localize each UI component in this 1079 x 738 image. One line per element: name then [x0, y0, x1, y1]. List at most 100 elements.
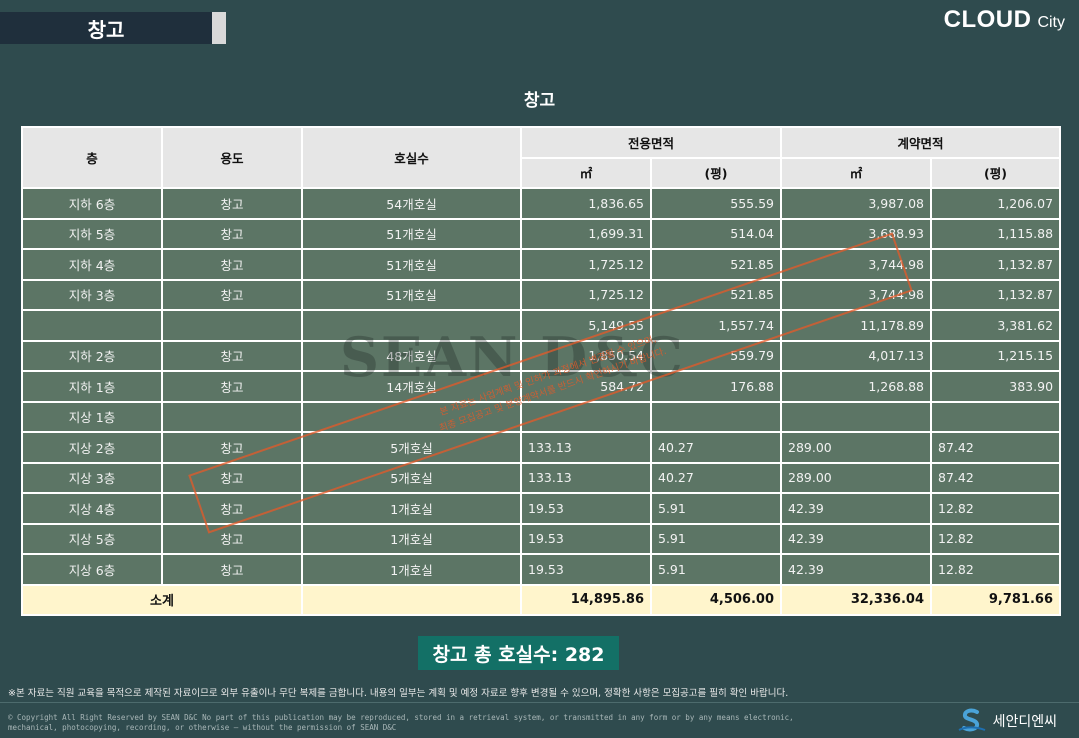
table-row: 지상 2층 창고 5개호실 133.13 40.27 289.00 87.42 [21, 431, 1062, 464]
cell-exclusive-pyeong: 5.91 [649, 492, 783, 525]
cell-exclusive-pyeong: 5.91 [649, 553, 783, 586]
cell-use [161, 400, 303, 433]
cell-exclusive-m2: 1,836.65 [520, 187, 652, 220]
cell-exclusive-m2 [520, 400, 652, 433]
cell-rooms: 51개호실 [301, 248, 522, 281]
cell-exclusive-m2: 19.53 [520, 522, 652, 555]
subtotal-label: 소계 [21, 583, 303, 616]
cell-exclusive-pyeong [649, 400, 783, 433]
table-row: 지상 1층 [21, 400, 1062, 433]
cell-use [161, 309, 303, 342]
cell-use: 창고 [161, 553, 303, 586]
table-row: 지상 6층 창고 1개호실 19.53 5.91 42.39 12.82 [21, 553, 1062, 586]
cell-use: 창고 [161, 370, 303, 403]
cell-floor: 지하 5층 [21, 217, 163, 250]
cell-exclusive-m2: 1,725.12 [520, 278, 652, 311]
cell-floor: 지상 5층 [21, 522, 163, 555]
table-row: 지하 1층 창고 14개호실 584.72 176.88 1,268.88 383.90 [21, 370, 1062, 403]
header-use: 용도 [161, 126, 303, 189]
cell-use: 창고 [161, 278, 303, 311]
cell-floor: 지하 2층 [21, 339, 163, 372]
cell-contract-pyeong: 3,381.62 [930, 309, 1062, 342]
header-exclusive-pyeong: (평) [649, 156, 783, 189]
cell-rooms [301, 309, 522, 342]
cell-exclusive-m2: 5,149.55 [520, 309, 652, 342]
cell-floor: 지하 3층 [21, 278, 163, 311]
cell-contract-m2: 3,744.98 [780, 248, 933, 281]
cell-exclusive-pyeong: 40.27 [649, 431, 783, 464]
cell-rooms: 1개호실 [301, 492, 522, 525]
footer-notice: ※본 자료는 직원 교육을 목적으로 제작된 자료이므로 외부 유출이나 무단 … [8, 688, 789, 699]
table-row: 지하 3층 창고 51개호실 1,725.12 521.85 3,744.98 1,132.… [21, 278, 1062, 311]
cell-exclusive-m2: 133.13 [520, 431, 652, 464]
cell-contract-m2: 1,268.88 [780, 370, 933, 403]
cell-exclusive-m2: 19.53 [520, 553, 652, 586]
cell-use: 창고 [161, 187, 303, 220]
company-s-icon [957, 708, 987, 734]
cell-rooms: 14개호실 [301, 370, 522, 403]
cell-floor: 지하 1층 [21, 370, 163, 403]
cell-contract-pyeong: 1,132.87 [930, 278, 1062, 311]
cell-exclusive-m2: 1,725.12 [520, 248, 652, 281]
cell-rooms: 5개호실 [301, 431, 522, 464]
cell-contract-m2: 4,017.13 [780, 339, 933, 372]
cell-use: 창고 [161, 492, 303, 525]
storage-area-table: 층 용도 호실수 전용면적 계약면적 ㎡ (평) ㎡ (평) 지하 6층 창고 54… [21, 126, 1062, 616]
cell-use: 창고 [161, 522, 303, 555]
cell-exclusive-pyeong: 1,557.74 [649, 309, 783, 342]
cell-contract-m2 [780, 400, 933, 433]
cell-contract-pyeong: 1,215.15 [930, 339, 1062, 372]
tab-edge [212, 12, 226, 44]
header-contract-pyeong: (평) [930, 156, 1062, 189]
table-row: 지상 3층 창고 5개호실 133.13 40.27 289.00 87.42 [21, 461, 1062, 494]
header-floor: 층 [21, 126, 163, 189]
page-tab-title: 창고 [0, 12, 212, 44]
cell-contract-pyeong: 12.82 [930, 522, 1062, 555]
header-exclusive-area: 전용면적 [519, 126, 783, 159]
brand-main: CLOUD [943, 6, 1032, 33]
copyright-text: © Copyright All Right Reserved by SEAN D… [8, 713, 794, 732]
cell-contract-pyeong: 87.42 [930, 461, 1062, 494]
cell-rooms: 1개호실 [301, 522, 522, 555]
table-row: 5,149.55 1,557.74 11,178.89 3,381.62 [21, 309, 1062, 342]
cell-exclusive-m2: 1,699.31 [520, 217, 652, 250]
cell-exclusive-pyeong: 514.04 [649, 217, 783, 250]
cell-exclusive-pyeong: 521.85 [649, 278, 783, 311]
cell-contract-pyeong [930, 400, 1062, 433]
cell-contract-pyeong: 1,115.88 [930, 217, 1062, 250]
cell-exclusive-m2: 133.13 [520, 461, 652, 494]
subtotal-contract-pyeong: 9,781.66 [930, 583, 1062, 616]
cell-contract-pyeong: 1,132.87 [930, 248, 1062, 281]
cell-exclusive-pyeong: 5.91 [649, 522, 783, 555]
cell-use: 창고 [161, 339, 303, 372]
cell-contract-pyeong: 12.82 [930, 553, 1062, 586]
company-name: 세안디엔씨 [992, 714, 1057, 730]
cell-rooms [301, 400, 522, 433]
cell-rooms: 51개호실 [301, 278, 522, 311]
cell-exclusive-pyeong: 521.85 [649, 248, 783, 281]
cell-exclusive-m2: 19.53 [520, 492, 652, 525]
cell-exclusive-pyeong: 555.59 [649, 187, 783, 220]
cell-use: 창고 [161, 248, 303, 281]
cell-use: 창고 [161, 461, 303, 494]
cell-rooms: 51개호실 [301, 217, 522, 250]
cell-contract-m2: 289.00 [780, 461, 933, 494]
header-contract-m2: ㎡ [780, 156, 933, 189]
cell-use: 창고 [161, 431, 303, 464]
cell-contract-m2: 11,178.89 [780, 309, 933, 342]
cell-contract-m2: 42.39 [780, 492, 933, 525]
cell-contract-m2: 42.39 [780, 553, 933, 586]
header-contract-area: 계약면적 [780, 126, 1062, 159]
cell-floor: 지하 4층 [21, 248, 163, 281]
cell-contract-m2: 3,688.93 [780, 217, 933, 250]
brand-logo: CLOUD City [944, 6, 1065, 34]
header-rooms: 호실수 [301, 126, 522, 189]
table-row: 지상 5층 창고 1개호실 19.53 5.91 42.39 12.82 [21, 522, 1062, 555]
cell-contract-pyeong: 87.42 [930, 431, 1062, 464]
cell-floor [21, 309, 163, 342]
cell-exclusive-pyeong: 559.79 [649, 339, 783, 372]
header-exclusive-m2: ㎡ [520, 156, 652, 189]
cell-exclusive-m2: 1,850.54 [520, 339, 652, 372]
table-row: 지하 4층 창고 51개호실 1,725.12 521.85 3,744.98 1,132.… [21, 248, 1062, 281]
cell-contract-m2: 3,744.98 [780, 278, 933, 311]
